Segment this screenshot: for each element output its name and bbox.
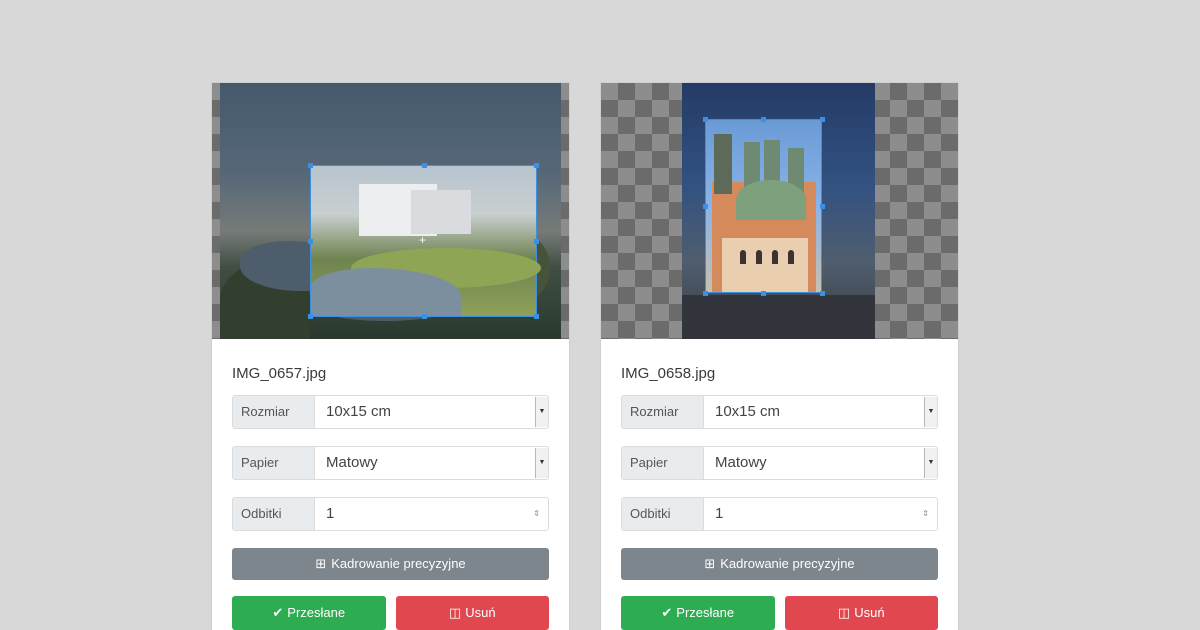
crop-icon: ⊞ xyxy=(315,556,327,571)
dropdown-arrow-icon[interactable]: ▼ xyxy=(535,448,548,478)
size-value: 10x15 cm xyxy=(715,403,781,420)
paper-label: Papier xyxy=(233,447,315,479)
check-icon: ✔ xyxy=(661,605,673,620)
spinner-arrows-icon[interactable]: ⇕ xyxy=(533,498,540,530)
action-buttons: ✔ Przesłane ◫ Usuń xyxy=(232,596,549,630)
crop-handle[interactable] xyxy=(534,239,539,244)
paper-value: Matowy xyxy=(326,454,378,471)
photo-card-1: + IMG_0657.jpg Rozmiar 10x15 cm ▼ Papier… xyxy=(211,82,570,630)
crop-handle[interactable] xyxy=(308,163,313,168)
paper-select[interactable]: Matowy ▼ xyxy=(704,447,937,479)
precise-crop-label: Kadrowanie precyzyjne xyxy=(720,556,855,571)
paper-select-group: Papier Matowy ▼ xyxy=(232,446,549,480)
crop-handle[interactable] xyxy=(820,204,825,209)
paper-value: Matowy xyxy=(715,454,767,471)
uploaded-label: Przesłane xyxy=(287,605,346,620)
crop-handle[interactable] xyxy=(422,163,427,168)
trash-icon: ◫ xyxy=(448,605,462,620)
crop-handle[interactable] xyxy=(703,204,708,209)
uploaded-label: Przesłane xyxy=(676,605,735,620)
crop-handle[interactable] xyxy=(761,117,766,122)
crop-handle[interactable] xyxy=(820,291,825,296)
size-label: Rozmiar xyxy=(233,396,315,428)
size-select[interactable]: 10x15 cm ▼ xyxy=(704,396,937,428)
spinner-arrows-icon[interactable]: ⇕ xyxy=(922,498,929,530)
delete-label: Usuń xyxy=(465,605,496,620)
delete-button[interactable]: ◫ Usuń xyxy=(784,596,938,630)
crop-frame[interactable]: + xyxy=(308,163,541,319)
crop-handle[interactable] xyxy=(308,239,313,244)
uploaded-button[interactable]: ✔ Przesłane xyxy=(621,596,775,630)
copies-input-group: Odbitki 1 ⇕ xyxy=(232,497,549,531)
copies-label: Odbitki xyxy=(233,498,315,530)
size-select-group: Rozmiar 10x15 cm ▼ xyxy=(232,395,549,429)
crop-handle[interactable] xyxy=(308,314,313,319)
copies-value: 1 xyxy=(715,505,724,522)
crop-icon: ⊞ xyxy=(704,556,716,571)
photo-preview: + xyxy=(212,83,569,339)
precise-crop-label: Kadrowanie precyzyjne xyxy=(331,556,466,571)
crop-handle[interactable] xyxy=(422,314,427,319)
crop-handle[interactable] xyxy=(534,163,539,168)
dropdown-arrow-icon[interactable]: ▼ xyxy=(924,448,937,478)
crop-handle[interactable] xyxy=(761,291,766,296)
size-select[interactable]: 10x15 cm ▼ xyxy=(315,396,548,428)
dropdown-arrow-icon[interactable]: ▼ xyxy=(924,397,937,427)
delete-button[interactable]: ◫ Usuń xyxy=(395,596,549,630)
file-name: IMG_0657.jpg xyxy=(232,365,327,382)
check-icon: ✔ xyxy=(272,605,284,620)
dropdown-arrow-icon[interactable]: ▼ xyxy=(535,397,548,427)
size-label: Rozmiar xyxy=(622,396,704,428)
crop-handle[interactable] xyxy=(703,291,708,296)
paper-label: Papier xyxy=(622,447,704,479)
trash-icon: ◫ xyxy=(837,605,851,620)
copies-input[interactable]: 1 ⇕ xyxy=(315,498,548,530)
copies-label: Odbitki xyxy=(622,498,704,530)
paper-select[interactable]: Matowy ▼ xyxy=(315,447,548,479)
photo-preview xyxy=(601,83,958,339)
copies-input-group: Odbitki 1 ⇕ xyxy=(621,497,938,531)
crop-frame[interactable] xyxy=(705,119,822,293)
crop-handle[interactable] xyxy=(703,117,708,122)
crop-handle[interactable] xyxy=(820,117,825,122)
paper-select-group: Papier Matowy ▼ xyxy=(621,446,938,480)
precise-crop-button[interactable]: ⊞ Kadrowanie precyzyjne xyxy=(232,548,549,580)
size-select-group: Rozmiar 10x15 cm ▼ xyxy=(621,395,938,429)
file-name: IMG_0658.jpg xyxy=(621,365,716,382)
crop-handle[interactable] xyxy=(534,314,539,319)
crosshair-icon[interactable]: + xyxy=(419,234,426,246)
uploaded-button[interactable]: ✔ Przesłane xyxy=(232,596,386,630)
size-value: 10x15 cm xyxy=(326,403,392,420)
photo-card-2: IMG_0658.jpg Rozmiar 10x15 cm ▼ Papier M… xyxy=(600,82,959,630)
copies-input[interactable]: 1 ⇕ xyxy=(704,498,937,530)
action-buttons: ✔ Przesłane ◫ Usuń xyxy=(621,596,938,630)
copies-value: 1 xyxy=(326,505,335,522)
precise-crop-button[interactable]: ⊞ Kadrowanie precyzyjne xyxy=(621,548,938,580)
delete-label: Usuń xyxy=(854,605,885,620)
